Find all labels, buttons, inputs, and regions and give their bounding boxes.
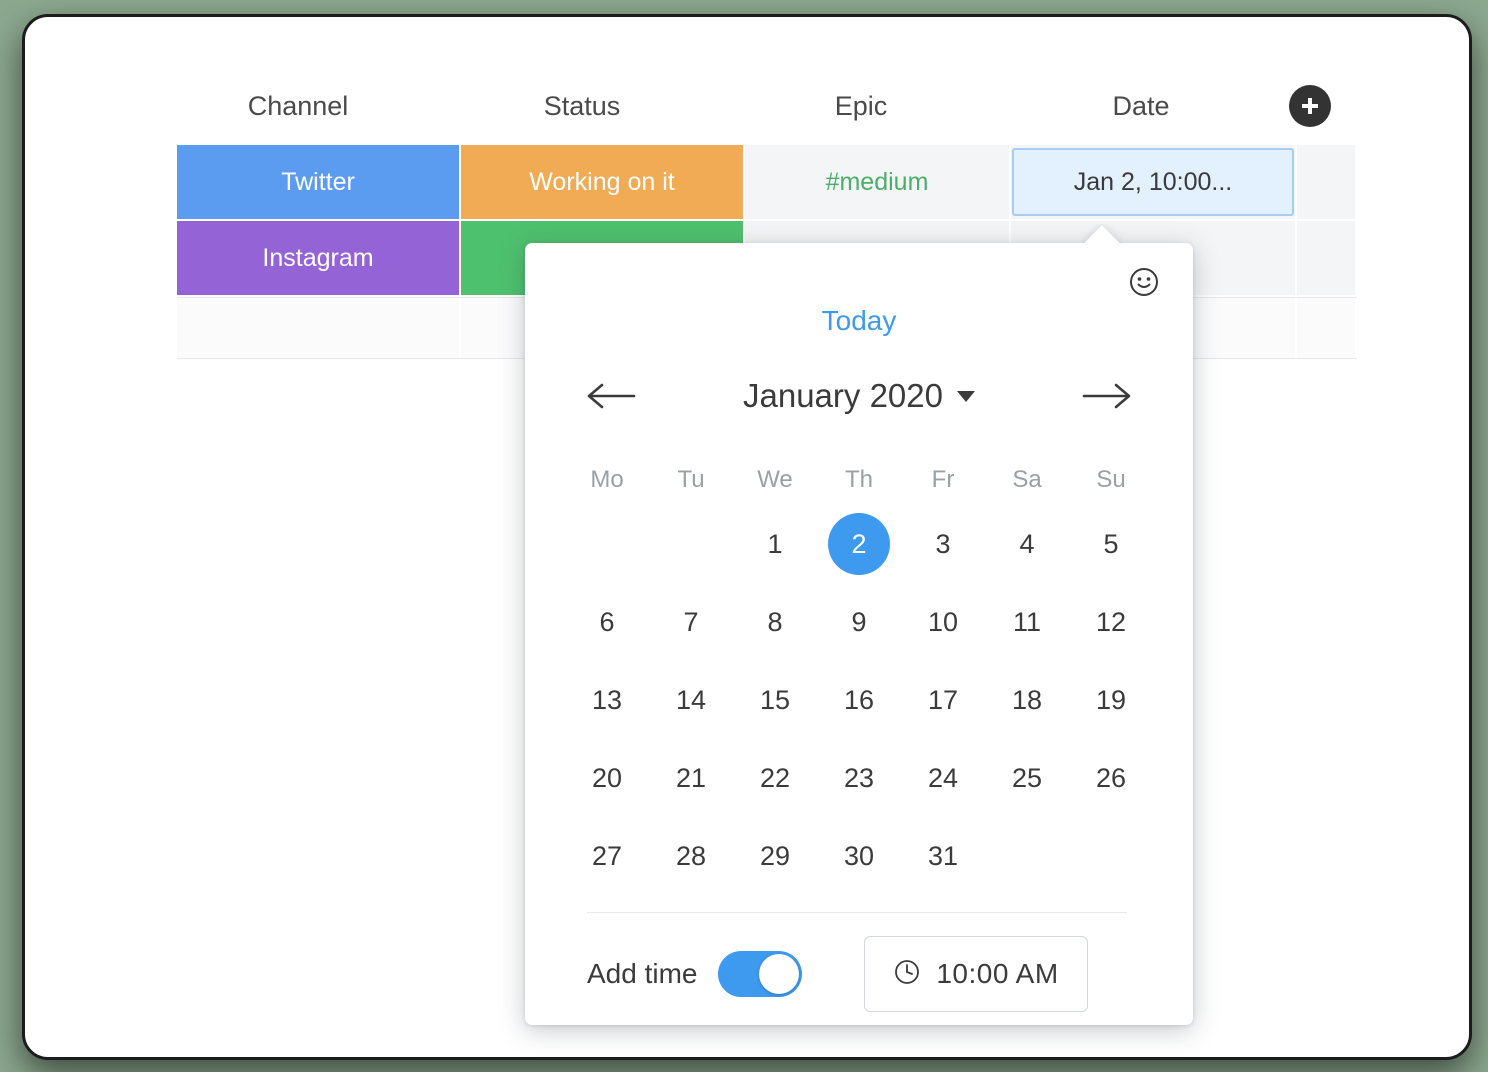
time-value: 10:00 AM bbox=[936, 958, 1059, 989]
cell-channel[interactable] bbox=[177, 298, 461, 358]
weekday-header-row: Mo Tu We Th Fr Sa Su bbox=[565, 455, 1153, 505]
day-cell[interactable]: 15 bbox=[733, 661, 817, 739]
time-settings-row: Add time 10:00 AM bbox=[587, 933, 1135, 1015]
column-header-channel[interactable]: Channel bbox=[156, 91, 440, 122]
day-cell[interactable]: 13 bbox=[565, 661, 649, 739]
day-cell[interactable]: 19 bbox=[1069, 661, 1153, 739]
day-cell[interactable]: 30 bbox=[817, 817, 901, 895]
footer-divider bbox=[587, 912, 1127, 913]
toggle-knob bbox=[758, 954, 799, 994]
cell-channel[interactable]: Twitter bbox=[177, 145, 461, 219]
weekday-label: Fr bbox=[931, 466, 955, 493]
app-window: Channel Status Epic Date Twitter Working… bbox=[22, 14, 1472, 1060]
weekday-label: Tu bbox=[677, 466, 705, 493]
calendar-week-row: 1 2 3 4 5 bbox=[565, 505, 1153, 583]
day-cell[interactable]: 11 bbox=[985, 583, 1069, 661]
day-cell[interactable]: 5 bbox=[1069, 505, 1153, 583]
popup-pointer bbox=[1081, 224, 1123, 244]
day-cell[interactable]: 12 bbox=[1069, 583, 1153, 661]
date-value[interactable]: Jan 2, 10:00... bbox=[1012, 148, 1294, 216]
plus-icon bbox=[1289, 85, 1331, 127]
day-cell[interactable]: 22 bbox=[733, 739, 817, 817]
day-cell[interactable]: 25 bbox=[985, 739, 1069, 817]
day-cell[interactable]: 20 bbox=[565, 739, 649, 817]
day-cell[interactable]: 31 bbox=[901, 817, 985, 895]
table-row: Twitter Working on it #medium Jan 2, 10:… bbox=[177, 145, 1357, 221]
calendar-grid: Mo Tu We Th Fr Sa Su 1 2 3 4 5 6 7 8 9 1… bbox=[565, 455, 1153, 895]
day-cell[interactable]: 26 bbox=[1069, 739, 1153, 817]
day-cell[interactable]: 1 bbox=[733, 505, 817, 583]
day-cell[interactable]: 16 bbox=[817, 661, 901, 739]
day-cell[interactable]: 23 bbox=[817, 739, 901, 817]
day-cell-selected[interactable]: 2 bbox=[817, 505, 901, 583]
column-header-epic[interactable]: Epic bbox=[724, 91, 998, 122]
add-time-toggle[interactable] bbox=[717, 951, 802, 997]
calendar-week-row: 20 21 22 23 24 25 26 bbox=[565, 739, 1153, 817]
arrow-left-icon[interactable] bbox=[579, 374, 643, 418]
clock-icon bbox=[892, 957, 922, 992]
calendar-week-row: 13 14 15 16 17 18 19 bbox=[565, 661, 1153, 739]
today-link[interactable]: Today bbox=[525, 305, 1193, 337]
column-header-date[interactable]: Date bbox=[998, 91, 1284, 122]
cell-status[interactable]: Working on it bbox=[461, 145, 745, 219]
table-header-row: Channel Status Epic Date bbox=[156, 75, 1336, 137]
arrow-right-icon[interactable] bbox=[1075, 374, 1139, 418]
weekday-label: We bbox=[757, 466, 793, 493]
cell-date[interactable]: Jan 2, 10:00... bbox=[1011, 145, 1297, 219]
calendar-week-row: 27 28 29 30 31 bbox=[565, 817, 1153, 895]
weekday-label: Th bbox=[844, 466, 873, 493]
day-cell[interactable]: 21 bbox=[649, 739, 733, 817]
cell-channel[interactable]: Instagram bbox=[177, 221, 461, 295]
column-header-status[interactable]: Status bbox=[440, 91, 724, 122]
weekday-label: Sa bbox=[1012, 466, 1042, 493]
cell-spacer bbox=[1297, 298, 1355, 358]
cell-spacer bbox=[1297, 145, 1355, 219]
day-cell[interactable]: 9 bbox=[817, 583, 901, 661]
day-cell[interactable]: 3 bbox=[901, 505, 985, 583]
day-cell[interactable]: 28 bbox=[649, 817, 733, 895]
day-cell[interactable]: 8 bbox=[733, 583, 817, 661]
month-label-text: January 2020 bbox=[743, 377, 943, 414]
epic-tag: #medium bbox=[825, 167, 929, 196]
date-picker-popup: Today January 2020 Mo Tu We Th Fr Sa Su … bbox=[525, 225, 1193, 1025]
day-cell[interactable]: 17 bbox=[901, 661, 985, 739]
time-input[interactable]: 10:00 AM bbox=[863, 936, 1088, 1012]
chevron-down-icon bbox=[956, 390, 975, 402]
selected-day-marker: 2 bbox=[828, 513, 890, 575]
day-cell[interactable]: 18 bbox=[985, 661, 1069, 739]
day-cell[interactable]: 27 bbox=[565, 817, 649, 895]
cell-epic[interactable]: #medium bbox=[745, 145, 1011, 219]
weekday-label: Su bbox=[1096, 466, 1126, 493]
board: Channel Status Epic Date Twitter Working… bbox=[25, 17, 1469, 1057]
day-cell[interactable]: 4 bbox=[985, 505, 1069, 583]
day-cell[interactable]: 6 bbox=[565, 583, 649, 661]
cell-spacer bbox=[1297, 221, 1355, 295]
add-column-button[interactable] bbox=[1284, 85, 1336, 127]
day-cell[interactable]: 14 bbox=[649, 661, 733, 739]
month-selector[interactable]: January 2020 bbox=[743, 377, 975, 415]
day-cell[interactable]: 7 bbox=[649, 583, 733, 661]
month-navigation: January 2020 bbox=[525, 367, 1193, 425]
smiley-icon[interactable] bbox=[1125, 263, 1163, 301]
day-cell[interactable]: 24 bbox=[901, 739, 985, 817]
day-cell[interactable]: 10 bbox=[901, 583, 985, 661]
calendar-week-row: 6 7 8 9 10 11 12 bbox=[565, 583, 1153, 661]
weekday-label: Mo bbox=[590, 466, 624, 493]
add-time-label: Add time bbox=[587, 958, 698, 989]
day-cell[interactable]: 29 bbox=[733, 817, 817, 895]
